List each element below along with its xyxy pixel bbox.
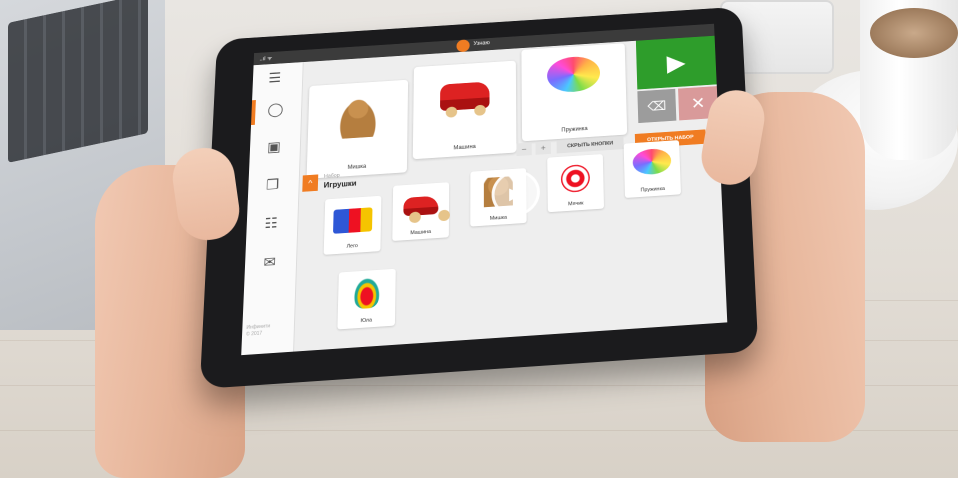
laptop-keyboard bbox=[8, 0, 148, 163]
signal-indicator: ..ıl ᯤ bbox=[259, 56, 273, 63]
mail-icon[interactable]: ✉ bbox=[258, 252, 280, 274]
card-label: Юла bbox=[360, 317, 373, 325]
sidebar-active-indicator bbox=[251, 100, 256, 126]
card-label: Лего bbox=[346, 243, 358, 250]
hide-buttons-button[interactable]: СКРЫТЬ КНОПКИ bbox=[556, 136, 624, 154]
coffee bbox=[870, 8, 958, 58]
strip-card[interactable]: Мишка bbox=[306, 79, 409, 179]
backspace-icon: ⌫ bbox=[647, 98, 667, 114]
card-label: Пружинка bbox=[561, 126, 588, 134]
play-button[interactable]: ▶ bbox=[635, 35, 717, 90]
window-icon[interactable]: ▣ bbox=[263, 137, 285, 158]
hamburger-menu-icon[interactable]: ☰ bbox=[264, 68, 286, 89]
rainbow-spring-picture bbox=[632, 147, 672, 176]
backspace-button[interactable]: ⌫ bbox=[637, 88, 677, 124]
set-card[interactable]: Машина bbox=[392, 182, 450, 242]
tablet-body: ..ıl ᯤ Узнаю ☰ ◯ ▣ ❐ ☷ ✉ Инфинити © 2017 bbox=[199, 6, 759, 390]
set-card[interactable]: Юла bbox=[337, 268, 396, 330]
rainbow-spring-picture bbox=[546, 55, 601, 94]
app-name: Узнаю bbox=[473, 40, 490, 47]
chevron-up-icon: ^ bbox=[308, 178, 313, 188]
set-card[interactable]: Пружинка bbox=[623, 140, 682, 198]
collapse-set-button[interactable]: ^ bbox=[302, 174, 319, 192]
strip-card[interactable]: Пружинка bbox=[521, 43, 628, 142]
card-label: Машина bbox=[410, 229, 432, 237]
photo-scene: ..ıl ᯤ Узнаю ☰ ◯ ▣ ❐ ☷ ✉ Инфинити © 2017 bbox=[0, 0, 958, 478]
list-icon[interactable]: ☷ bbox=[260, 213, 282, 235]
app-logo-icon bbox=[456, 39, 470, 53]
tablet: ..ıl ᯤ Узнаю ☰ ◯ ▣ ❐ ☷ ✉ Инфинити © 2017 bbox=[199, 6, 759, 390]
zoom-in-button[interactable]: + bbox=[535, 141, 551, 155]
toy-car-picture bbox=[440, 81, 490, 112]
photos-icon[interactable]: ❐ bbox=[262, 175, 284, 196]
spinning-top-picture bbox=[353, 277, 380, 310]
lego-picture bbox=[333, 207, 373, 234]
set-name: Игрушки bbox=[323, 179, 357, 190]
card-label: Мячик bbox=[568, 200, 584, 208]
close-icon: ✕ bbox=[690, 93, 706, 113]
video-play-button[interactable]: ▶ bbox=[491, 169, 541, 218]
strip-card[interactable]: Машина bbox=[412, 60, 517, 160]
copyright: Инфинити © 2017 bbox=[245, 323, 271, 338]
tablet-screen: ..ıl ᯤ Узнаю ☰ ◯ ▣ ❐ ☷ ✉ Инфинити © 2017 bbox=[241, 23, 728, 356]
play-icon: ▶ bbox=[666, 48, 687, 77]
play-circle-icon: ▶ bbox=[509, 183, 523, 203]
card-label: Пружинка bbox=[640, 186, 666, 194]
card-label: Машина bbox=[453, 144, 476, 152]
soccer-ball-picture bbox=[560, 163, 591, 194]
speech-bubble-icon[interactable]: ◯ bbox=[265, 100, 287, 121]
toy-car-picture bbox=[403, 195, 439, 217]
set-card[interactable]: Мячик bbox=[547, 154, 605, 213]
zoom-out-button[interactable]: − bbox=[516, 142, 532, 157]
sidebar: ☰ ◯ ▣ ❐ ☷ ✉ Инфинити © 2017 bbox=[241, 62, 304, 356]
set-caption: Набор bbox=[323, 173, 340, 180]
set-card[interactable]: Лего bbox=[323, 195, 382, 255]
teddy-bear-picture bbox=[336, 95, 380, 140]
